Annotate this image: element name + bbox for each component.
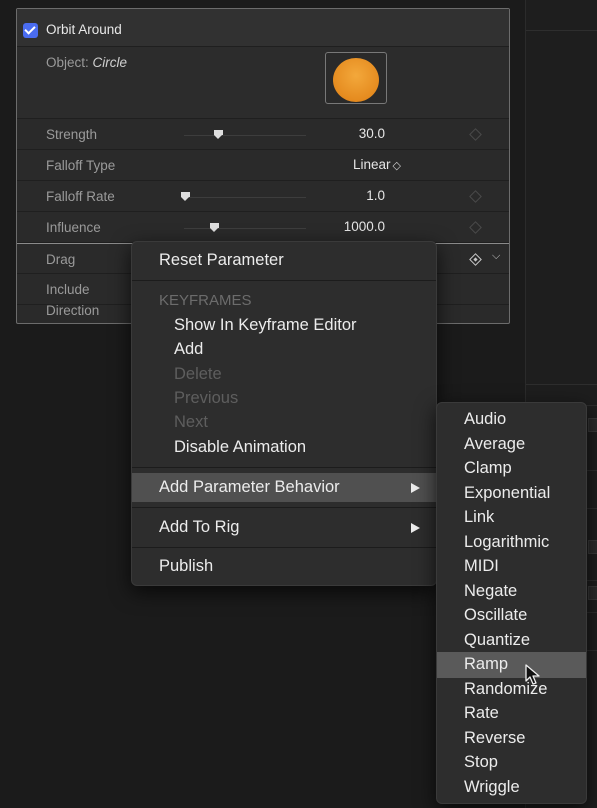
menu-item-add-keyframe[interactable]: Add — [174, 340, 203, 359]
keyframe-diamond-icon[interactable] — [469, 253, 482, 266]
submenu-item-oscillate[interactable]: Oscillate — [464, 606, 527, 625]
side-control-3[interactable] — [588, 586, 597, 600]
influence-row: Influence 1000.0 — [17, 212, 509, 243]
influence-slider[interactable] — [184, 223, 306, 232]
mouse-pointer-icon — [525, 664, 540, 685]
falloff-type-row: Falloff Type Linear ◇ — [17, 150, 509, 181]
parameter-context-menu: Reset Parameter KEYFRAMES Show In Keyfra… — [131, 241, 437, 586]
strength-row: Strength 30.0 — [17, 119, 509, 150]
submenu-item-audio[interactable]: Audio — [464, 410, 506, 429]
menu-item-reset-parameter[interactable]: Reset Parameter — [159, 251, 284, 270]
menu-item-add-to-rig[interactable]: Add To Rig — [159, 518, 239, 537]
menu-item-next-keyframe: Next — [174, 413, 208, 431]
menu-item-publish[interactable]: Publish — [159, 557, 213, 576]
keyframe-diamond-icon[interactable] — [469, 128, 482, 141]
submenu-item-negate[interactable]: Negate — [464, 582, 517, 601]
menu-item-show-in-keyframe-editor[interactable]: Show In Keyframe Editor — [174, 316, 357, 335]
submenu-item-average[interactable]: Average — [464, 435, 525, 454]
keyframes-section-header: KEYFRAMES — [159, 292, 252, 309]
falloff-rate-value[interactable]: 1.0 — [366, 188, 385, 203]
menu-item-delete-keyframe: Delete — [174, 365, 222, 383]
menu-item-add-parameter-behavior[interactable]: Add Parameter Behavior — [159, 478, 340, 497]
circle-thumbnail — [333, 58, 379, 102]
slider-thumb[interactable] — [181, 192, 190, 201]
behavior-name: Orbit Around — [46, 22, 122, 37]
direction-label: Direction — [46, 303, 100, 318]
keyframe-diamond-icon[interactable] — [469, 190, 482, 203]
falloff-type-popup[interactable]: Linear ◇ — [353, 157, 401, 172]
side-control-1[interactable] — [588, 418, 597, 432]
motion-inspector: Orbit Around Object: Circle Strength 30.… — [0, 0, 597, 808]
submenu-highlight — [437, 652, 586, 678]
submenu-item-ramp[interactable]: Ramp — [464, 655, 508, 674]
submenu-item-reverse[interactable]: Reverse — [464, 729, 525, 748]
falloff-type-label: Falloff Type — [46, 158, 116, 173]
behavior-enable-checkbox[interactable] — [23, 23, 38, 38]
strength-slider[interactable] — [184, 130, 306, 139]
submenu-item-wriggle[interactable]: Wriggle — [464, 778, 520, 797]
strength-value[interactable]: 30.0 — [359, 126, 385, 141]
influence-value[interactable]: 1000.0 — [344, 219, 385, 234]
keyframe-diamond-icon[interactable] — [469, 221, 482, 234]
include-label: Include — [46, 282, 90, 297]
menu-separator — [132, 280, 436, 281]
menu-separator — [132, 507, 436, 508]
object-label: Object: Circle — [46, 55, 128, 70]
falloff-rate-row: Falloff Rate 1.0 — [17, 181, 509, 212]
submenu-arrow-icon — [411, 523, 420, 533]
menu-item-disable-animation[interactable]: Disable Animation — [174, 438, 306, 457]
object-row: Object: Circle — [17, 47, 509, 119]
submenu-item-midi[interactable]: MIDI — [464, 557, 499, 576]
object-image-well[interactable] — [325, 52, 387, 104]
submenu-item-rate[interactable]: Rate — [464, 704, 499, 723]
submenu-item-exponential[interactable]: Exponential — [464, 484, 550, 503]
falloff-rate-label: Falloff Rate — [46, 189, 115, 204]
parameter-behavior-submenu: Audio Average Clamp Exponential Link Log… — [436, 402, 587, 804]
menu-separator — [132, 467, 436, 468]
popup-arrows-icon: ◇ — [392, 160, 401, 172]
strength-label: Strength — [46, 127, 98, 142]
submenu-item-logarithmic[interactable]: Logarithmic — [464, 533, 549, 552]
submenu-arrow-icon — [411, 483, 420, 493]
side-control-2[interactable] — [588, 540, 597, 554]
menu-item-previous-keyframe: Previous — [174, 389, 239, 407]
chevron-down-icon[interactable]: ⌵ — [492, 250, 500, 263]
influence-label: Influence — [46, 220, 101, 235]
submenu-item-quantize[interactable]: Quantize — [464, 631, 530, 650]
menu-separator — [132, 547, 436, 548]
drag-label: Drag — [46, 252, 76, 267]
slider-thumb[interactable] — [214, 130, 223, 139]
submenu-item-clamp[interactable]: Clamp — [464, 459, 512, 478]
falloff-rate-slider[interactable] — [181, 192, 306, 201]
slider-thumb[interactable] — [210, 223, 219, 232]
submenu-item-stop[interactable]: Stop — [464, 753, 498, 772]
behavior-header: Orbit Around — [17, 9, 509, 47]
object-name: Circle — [92, 55, 128, 70]
submenu-item-link[interactable]: Link — [464, 508, 494, 527]
